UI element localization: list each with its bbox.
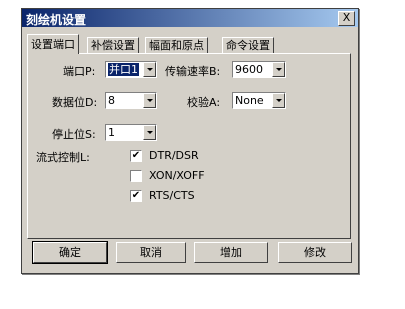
stopbits-select[interactable]: 1 — [105, 124, 157, 141]
port-value: 并口1 — [108, 63, 139, 76]
xon-xoff-label[interactable]: XON/XOFF — [149, 169, 205, 182]
stopbits-label: 停止位S: — [52, 128, 96, 141]
databits-label: 数据位D: — [52, 96, 98, 109]
port-label: 端口P: — [63, 65, 96, 78]
tab-compensation[interactable]: 补偿设置 — [87, 37, 139, 54]
xon-xoff-checkbox[interactable] — [130, 170, 142, 182]
chevron-down-icon[interactable] — [143, 62, 156, 77]
title-bar[interactable]: 刻绘机设置 X — [22, 9, 358, 27]
modify-button[interactable]: 修改 — [278, 242, 352, 263]
chevron-down-icon[interactable] — [272, 62, 285, 77]
stopbits-value: 1 — [108, 126, 115, 139]
cancel-button[interactable]: 取消 — [116, 242, 186, 263]
baud-value: 9600 — [235, 63, 263, 76]
parity-label: 校验A: — [187, 96, 221, 109]
ok-button[interactable]: 确定 — [32, 241, 108, 264]
databits-value: 8 — [108, 94, 115, 107]
chevron-down-icon[interactable] — [143, 125, 156, 140]
tab-commands[interactable]: 命令设置 — [222, 37, 274, 54]
add-button[interactable]: 增加 — [194, 242, 268, 263]
rts-cts-label[interactable]: RTS/CTS — [149, 189, 195, 202]
chevron-down-icon[interactable] — [272, 93, 285, 108]
tab-port-settings[interactable]: 设置端口 — [27, 34, 79, 54]
baud-select[interactable]: 9600 — [232, 61, 286, 78]
chevron-down-icon[interactable] — [143, 93, 156, 108]
dtr-dsr-label[interactable]: DTR/DSR — [149, 149, 199, 162]
baud-label: 传输速率B: — [165, 65, 221, 78]
port-select[interactable]: 并口1 — [105, 61, 157, 78]
dtr-dsr-checkbox[interactable]: ✔ — [130, 150, 142, 162]
close-button[interactable]: X — [338, 11, 355, 26]
parity-select[interactable]: None — [232, 92, 286, 109]
parity-value: None — [235, 94, 264, 107]
databits-select[interactable]: 8 — [105, 92, 157, 109]
printer-settings-dialog: 刻绘机设置 X 设置端口 补偿设置 幅面和原点 命令设置 端口P: 并口1 传输… — [21, 8, 359, 274]
window-title: 刻绘机设置 — [26, 13, 87, 27]
rts-cts-checkbox[interactable]: ✔ — [130, 190, 142, 202]
flow-control-label: 流式控制L: — [36, 151, 90, 164]
port-settings-panel: 端口P: 并口1 传输速率B: 9600 数据位D: 8 校验A: None 停… — [27, 53, 351, 239]
tab-size-origin[interactable]: 幅面和原点 — [145, 37, 208, 54]
